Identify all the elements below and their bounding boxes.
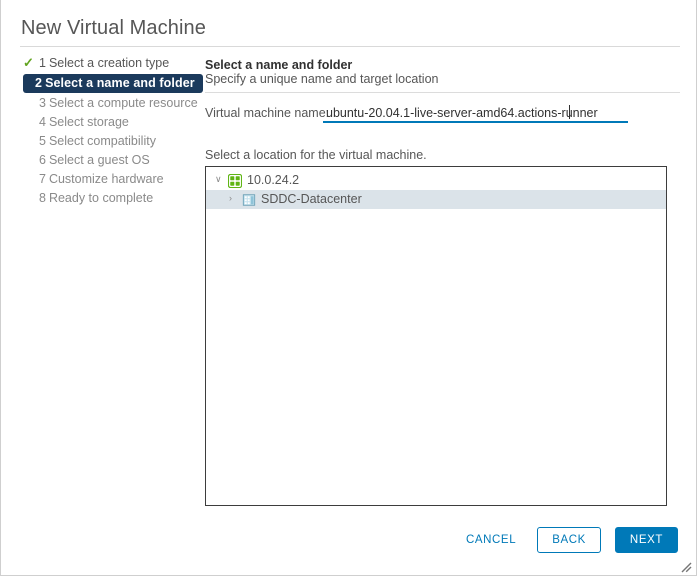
sidebar-item-select-a-name-and-folder[interactable]: 2 Select a name and folder [23, 74, 203, 93]
tree-item-label: 10.0.24.2 [247, 173, 300, 187]
sidebar-item-label: Select a guest OS [48, 153, 150, 167]
tree-item-sddc-datacenter[interactable]: › SDDC-Datacenter [206, 190, 666, 209]
sidebar-item-label: Select a compute resource [48, 96, 198, 110]
vm-name-input[interactable] [323, 106, 628, 123]
resize-grip-icon[interactable] [681, 560, 692, 573]
sidebar-item-select-a-guest-os[interactable]: 6 Select a guest OS [23, 151, 199, 169]
location-tree[interactable]: ∨ 10.0.24.2 › SDDC-Datacenter [205, 166, 667, 506]
sidebar-item-label: Select compatibility [48, 134, 156, 148]
title-divider [20, 46, 680, 47]
datacenter-icon [242, 193, 256, 207]
sidebar-item-ready-to-complete[interactable]: 8 Ready to complete [23, 189, 199, 207]
panel-heading: Select a name and folder [205, 58, 353, 72]
panel-subheading: Specify a unique name and target locatio… [205, 72, 439, 86]
location-label: Select a location for the virtual machin… [205, 148, 427, 162]
sidebar-item-label: Select a creation type [48, 56, 170, 70]
sidebar-item-select-a-compute-resource[interactable]: 3 Select a compute resource [23, 94, 199, 112]
sidebar-item-select-storage[interactable]: 4 Select storage [23, 113, 199, 131]
wizard-step-list: ✓ 1 Select a creation type 2 Select a name … [23, 54, 203, 208]
sidebar-item-label: Customize hardware [48, 172, 164, 186]
sidebar-item-label: Select a name and folder [45, 76, 195, 90]
text-caret [569, 105, 570, 119]
panel-divider [205, 92, 680, 93]
sidebar-item-customize-hardware[interactable]: 7 Customize hardware [23, 170, 199, 188]
sidebar-item-select-compatibility[interactable]: 5 Select compatibility [23, 132, 199, 150]
vm-name-field-wrap [323, 104, 628, 123]
chevron-down-icon[interactable]: ∨ [215, 170, 228, 189]
chevron-right-icon[interactable]: › [229, 189, 242, 208]
vcenter-icon [227, 173, 243, 188]
sidebar-item-select-a-name-and-folder-wrap: 2 Select a name and folder [23, 74, 203, 94]
sidebar-item-label: Select storage [48, 115, 129, 129]
check-icon: ✓ [23, 55, 34, 70]
cancel-button[interactable]: CANCEL [459, 527, 523, 553]
sidebar-item-label: Ready to complete [48, 191, 154, 205]
dialog-footer: CANCEL BACK NEXT [459, 527, 678, 553]
page-title: New Virtual Machine [21, 17, 206, 39]
vm-name-label: Virtual machine name: [205, 106, 330, 120]
new-virtual-machine-dialog: New Virtual Machine ✓ 1 Select a creation … [0, 0, 697, 576]
tree-item-label: SDDC-Datacenter [261, 192, 362, 206]
tree-item-vcenter[interactable]: ∨ 10.0.24.2 [206, 171, 666, 190]
sidebar-item-select-a-creation-type[interactable]: ✓ 1 Select a creation type [23, 54, 199, 72]
next-button[interactable]: NEXT [614, 527, 678, 553]
back-button[interactable]: BACK [537, 527, 601, 553]
